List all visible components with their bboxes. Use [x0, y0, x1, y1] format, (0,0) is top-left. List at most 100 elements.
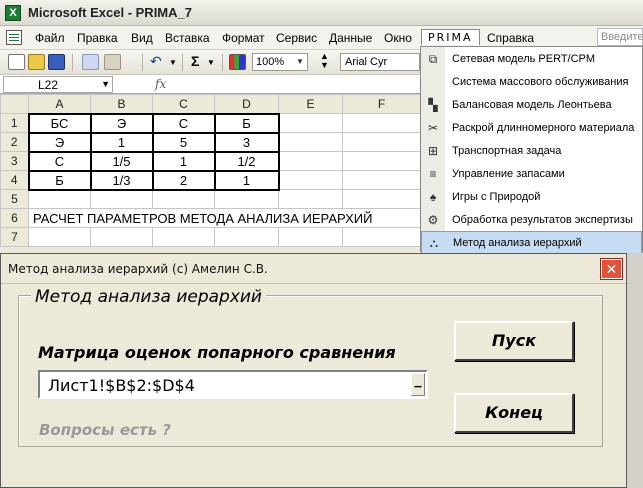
column-header-b[interactable]: B: [90, 94, 153, 114]
cell-a2[interactable]: Э: [27, 132, 92, 153]
zoom-select[interactable]: 100% ▼: [252, 53, 308, 71]
cell-d7[interactable]: [214, 227, 279, 247]
save-icon[interactable]: [48, 54, 65, 70]
cell-e5[interactable]: [278, 189, 343, 209]
row-header[interactable]: 3: [0, 151, 29, 171]
range-select-button[interactable]: ▁: [411, 373, 425, 396]
column-header-f[interactable]: F: [342, 94, 421, 114]
matrix-label: Матрица оценок попарного сравнения: [38, 343, 396, 362]
close-icon[interactable]: ✕: [600, 258, 623, 280]
menu-edit[interactable]: Правка: [77, 31, 118, 45]
cell-f5[interactable]: [342, 189, 421, 209]
cell-d3[interactable]: 1/2: [214, 151, 280, 172]
cell-b5[interactable]: [90, 189, 153, 209]
toolbar-overflow-icon[interactable]: ▲ ▼: [320, 52, 329, 70]
column-header-e[interactable]: E: [278, 94, 343, 114]
row-header[interactable]: 4: [0, 170, 29, 190]
cell-f2[interactable]: [342, 132, 421, 152]
column-header-c[interactable]: C: [152, 94, 215, 114]
cell-c7[interactable]: [152, 227, 215, 247]
prima-menu-item[interactable]: ⚙ Обработка результатов экспертизы: [421, 209, 642, 232]
cell-d5[interactable]: [214, 189, 279, 209]
autosum-dropdown-icon[interactable]: ▼: [207, 58, 215, 67]
menu-format[interactable]: Формат: [222, 31, 265, 45]
matrix-range-input[interactable]: Лист1!$B$2:$D$4 ▁: [38, 370, 428, 399]
questions-link[interactable]: Вопросы есть ?: [39, 421, 171, 439]
row-header[interactable]: 2: [0, 132, 29, 152]
menu-insert[interactable]: Вставка: [165, 31, 210, 45]
prima-menu-item[interactable]: Система массового обслуживания: [421, 71, 642, 94]
paste-icon[interactable]: [104, 54, 121, 70]
chart-wizard-icon[interactable]: [229, 54, 246, 70]
cell-c3[interactable]: 1: [152, 151, 216, 172]
prima-dropdown-menu: ⧉ Сетевая модель PERT/CPM Система массов…: [420, 46, 643, 254]
prima-menu-item[interactable]: ✂ Раскрой длинномерного материала: [421, 117, 642, 140]
menu-tools[interactable]: Сервис: [276, 31, 317, 45]
fx-icon[interactable]: fx: [155, 77, 166, 91]
background-edge: [627, 253, 643, 488]
menu-window[interactable]: Окно: [384, 31, 412, 45]
hierarchy-icon: ⛬: [429, 236, 439, 250]
cell-b4[interactable]: 1/3: [90, 170, 154, 191]
cell-a1[interactable]: БС: [27, 112, 92, 134]
cell-c2[interactable]: 5: [152, 132, 216, 153]
cell-e2[interactable]: [278, 132, 343, 152]
prima-menu-item[interactable]: ⊞ Транспортная задача: [421, 140, 642, 163]
column-header-d[interactable]: D: [214, 94, 279, 114]
prima-menu-item-selected[interactable]: ⛬ Метод анализа иерархий: [421, 231, 642, 254]
frame-title: Метод анализа иерархий: [31, 287, 266, 307]
workbook-icon[interactable]: [6, 30, 22, 45]
cell-f7[interactable]: [342, 227, 421, 247]
cell-a7[interactable]: [28, 227, 91, 247]
close-button[interactable]: Конец: [454, 393, 574, 433]
new-document-icon[interactable]: [8, 54, 25, 70]
prima-menu-item[interactable]: ⧉ Сетевая модель PERT/CPM: [421, 48, 642, 71]
run-button[interactable]: Пуск: [454, 321, 574, 361]
cell-b1[interactable]: Э: [90, 112, 154, 134]
undo-dropdown-icon[interactable]: ▼: [169, 58, 177, 67]
cell-c5[interactable]: [152, 189, 215, 209]
menu-file[interactable]: Файл: [35, 31, 65, 45]
cell-e4[interactable]: [278, 170, 343, 190]
cell-e7[interactable]: [278, 227, 343, 247]
menu-prima[interactable]: PRIMA: [421, 29, 480, 45]
open-folder-icon[interactable]: [28, 54, 45, 70]
menu-help[interactable]: Справка: [487, 31, 534, 45]
queue-icon: [425, 75, 441, 90]
cell-c4[interactable]: 2: [152, 170, 216, 191]
cell-d1[interactable]: Б: [214, 112, 280, 134]
cell-a6[interactable]: РАСЧЕТ ПАРАМЕТРОВ МЕТОДА АНАЛИЗА ИЕРАРХИ…: [28, 208, 421, 228]
cell-b7[interactable]: [90, 227, 153, 247]
undo-icon[interactable]: ↶: [150, 53, 162, 70]
prima-menu-item[interactable]: ▚ Балансовая модель Леонтьева: [421, 94, 642, 117]
row-header[interactable]: 5: [0, 189, 29, 209]
cell-f1[interactable]: [342, 113, 421, 133]
inventory-icon: ≡: [429, 167, 437, 181]
cell-d2[interactable]: 3: [214, 132, 280, 153]
name-box[interactable]: L22 ▼: [3, 76, 113, 93]
cell-b2[interactable]: 1: [90, 132, 154, 153]
cell-e1[interactable]: [278, 113, 343, 133]
prima-menu-item[interactable]: ≡ Управление запасами: [421, 163, 642, 186]
cell-a5[interactable]: [28, 189, 91, 209]
autosum-icon[interactable]: Σ: [191, 53, 199, 69]
select-all-corner[interactable]: [0, 94, 29, 114]
row-header[interactable]: 1: [0, 113, 29, 133]
cell-e3[interactable]: [278, 151, 343, 171]
copy-icon[interactable]: [82, 54, 99, 70]
cell-d4[interactable]: 1: [214, 170, 280, 191]
cell-f4[interactable]: [342, 170, 421, 190]
font-name-select[interactable]: Arial Cyr: [340, 53, 420, 71]
cell-b3[interactable]: 1/5: [90, 151, 154, 172]
row-header[interactable]: 6: [0, 208, 29, 228]
help-search-input[interactable]: Введите: [597, 28, 643, 46]
menu-data[interactable]: Данные: [329, 31, 372, 45]
cell-f3[interactable]: [342, 151, 421, 171]
cell-c1[interactable]: С: [152, 112, 216, 134]
row-header[interactable]: 7: [0, 227, 29, 247]
column-header-a[interactable]: A: [28, 94, 91, 114]
prima-menu-item[interactable]: ♠ Игры с Природой: [421, 186, 642, 209]
menu-view[interactable]: Вид: [131, 31, 153, 45]
cell-a4[interactable]: Б: [27, 170, 92, 191]
cell-a3[interactable]: С: [27, 151, 92, 172]
